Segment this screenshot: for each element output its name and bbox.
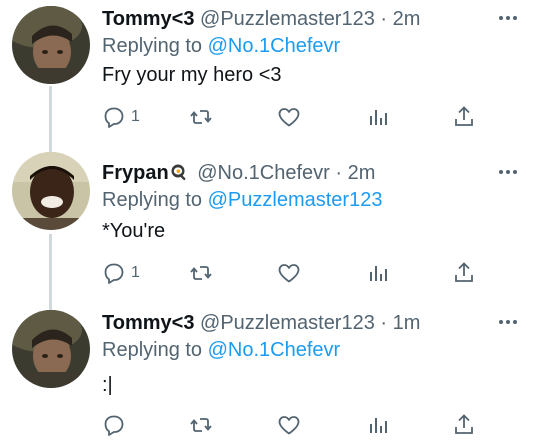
retweet-icon: [190, 110, 212, 124]
analytics-icon: [370, 418, 387, 433]
separator: ·: [380, 312, 388, 334]
tweet-text: :|: [102, 374, 113, 396]
like-icon: [278, 416, 300, 435]
retweet-button[interactable]: [189, 104, 213, 130]
analytics-button[interactable]: [366, 260, 390, 286]
analytics-button[interactable]: [366, 412, 390, 438]
retweet-button[interactable]: [189, 412, 213, 438]
tweet-header: Tommy<3 @Puzzlemaster123 · 1m: [102, 310, 420, 336]
reply-button[interactable]: [102, 412, 131, 438]
display-name[interactable]: Frypan: [102, 162, 169, 184]
share-icon: [455, 262, 473, 282]
analytics-icon: [370, 266, 387, 281]
timestamp[interactable]: 1m: [393, 312, 421, 334]
share-button[interactable]: [452, 412, 476, 438]
handle[interactable]: @Puzzlemaster123: [200, 312, 375, 334]
handle[interactable]: @No.1Chefevr: [197, 162, 330, 184]
more-options-icon[interactable]: [498, 14, 518, 22]
like-icon: [278, 264, 300, 283]
reply-to-mention[interactable]: @No.1Chefevr: [208, 35, 341, 57]
like-button[interactable]: [277, 260, 301, 286]
reply-to-mention[interactable]: @No.1Chefevr: [208, 339, 341, 361]
replying-to: Replying to @No.1Chefevr: [102, 337, 340, 363]
reply-button[interactable]: 1: [102, 260, 140, 286]
analytics-button[interactable]: [366, 104, 390, 130]
tweet[interactable]: Tommy<3 @Puzzlemaster123 · 2m Replying t…: [0, 6, 540, 136]
share-icon: [455, 106, 473, 126]
action-bar: 1: [102, 104, 522, 130]
handle[interactable]: @Puzzlemaster123: [200, 8, 375, 30]
retweet-button[interactable]: [189, 260, 213, 286]
retweet-icon: [190, 418, 212, 432]
like-button[interactable]: [277, 104, 301, 130]
reply-count: 1: [131, 108, 140, 125]
reply-icon: [104, 263, 124, 284]
analytics-icon: [370, 110, 387, 125]
replying-to-label: Replying to: [102, 339, 203, 361]
avatar[interactable]: [12, 6, 90, 84]
replying-to-label: Replying to: [102, 189, 203, 211]
display-name[interactable]: Tommy<3: [102, 8, 194, 30]
reply-icon: [104, 107, 124, 128]
share-icon: [455, 414, 473, 434]
reply-to-mention[interactable]: @Puzzlemaster123: [208, 189, 383, 211]
reply-icon: [104, 415, 124, 436]
tweet-text: Fry your my hero <3: [102, 64, 282, 86]
replying-to-label: Replying to: [102, 35, 203, 57]
action-bar: 1: [102, 260, 522, 286]
replying-to: Replying to @Puzzlemaster123: [102, 187, 382, 213]
replying-to: Replying to @No.1Chefevr: [102, 33, 340, 59]
tweet-header: Tommy<3 @Puzzlemaster123 · 2m: [102, 6, 420, 32]
separator: ·: [380, 8, 388, 30]
reply-count: 1: [131, 264, 140, 281]
like-icon: [278, 108, 300, 127]
timestamp[interactable]: 2m: [348, 162, 376, 184]
share-button[interactable]: [452, 260, 476, 286]
more-options-icon[interactable]: [498, 168, 518, 176]
frying-pan-egg-emoji-icon: [171, 164, 186, 181]
tweet-text: *You're: [102, 220, 166, 242]
retweet-icon: [190, 266, 212, 280]
action-bar: [102, 412, 522, 438]
tweet[interactable]: Frypan @No.1Chefevr · 2m Replying to @Pu…: [0, 152, 540, 290]
avatar[interactable]: [12, 152, 90, 230]
tweet[interactable]: Tommy<3 @Puzzlemaster123 · 1m Replying t…: [0, 310, 540, 444]
timestamp[interactable]: 2m: [393, 8, 421, 30]
display-name[interactable]: Tommy<3: [102, 312, 194, 334]
like-button[interactable]: [277, 412, 301, 438]
share-button[interactable]: [452, 104, 476, 130]
separator: ·: [335, 162, 343, 184]
more-options-icon[interactable]: [498, 318, 518, 326]
reply-button[interactable]: 1: [102, 104, 140, 130]
avatar[interactable]: [12, 310, 90, 388]
tweet-header: Frypan @No.1Chefevr · 2m: [102, 160, 375, 186]
